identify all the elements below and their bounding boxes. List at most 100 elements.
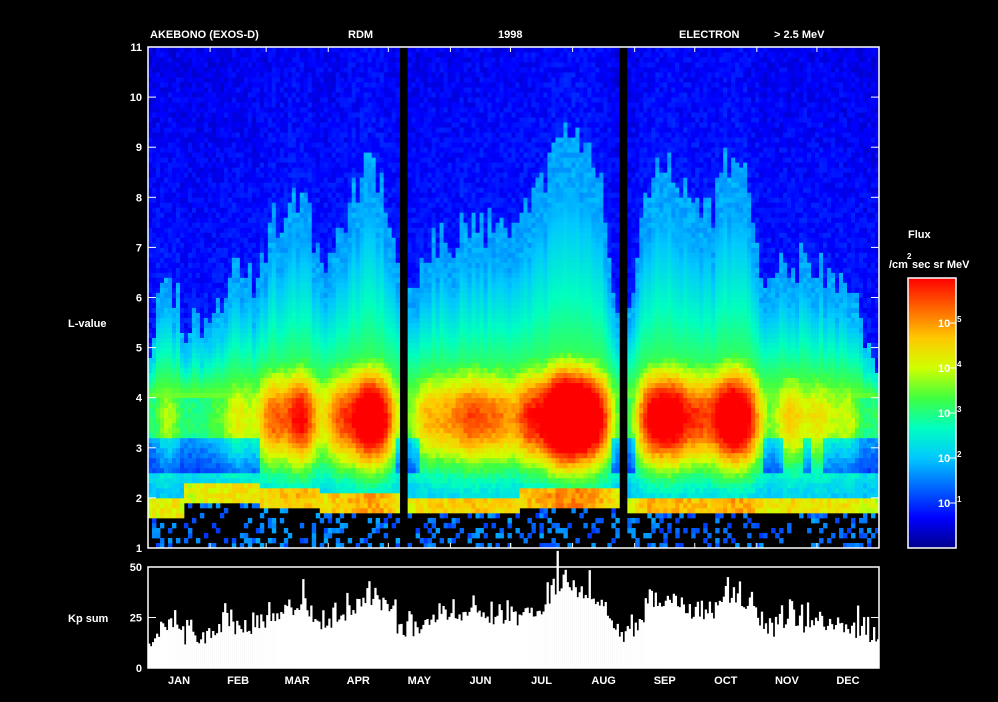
heatmap-cell xyxy=(303,222,309,228)
heatmap-cell xyxy=(299,107,305,113)
heatmap-cell xyxy=(227,52,233,58)
heatmap-cell xyxy=(355,312,361,318)
heatmap-cell xyxy=(295,187,301,193)
heatmap-cell xyxy=(151,427,157,434)
heatmap-cell xyxy=(275,172,281,178)
heatmap-cell xyxy=(299,347,305,354)
heatmap-cell xyxy=(151,202,157,208)
heatmap-cell xyxy=(239,447,245,454)
heatmap-cell xyxy=(159,147,165,153)
heatmap-cell xyxy=(263,472,269,479)
heatmap-cell xyxy=(175,452,181,459)
heatmap-cell xyxy=(275,457,281,464)
heatmap-cell xyxy=(159,357,165,364)
heatmap-cell xyxy=(267,437,273,444)
heatmap-cell xyxy=(223,432,229,439)
heatmap-cell xyxy=(259,367,265,374)
heatmap-cell xyxy=(295,387,301,394)
heatmap-cell xyxy=(335,362,341,369)
heatmap-cell xyxy=(275,387,281,394)
heatmap-cell xyxy=(335,107,341,113)
heatmap-cell xyxy=(155,482,161,489)
heatmap-cell xyxy=(155,427,161,434)
heatmap-cell xyxy=(291,477,297,484)
heatmap-cell xyxy=(291,442,297,449)
heatmap-cell xyxy=(219,492,225,499)
heatmap-cell xyxy=(343,242,349,248)
heatmap-cell xyxy=(299,272,305,278)
heatmap-cell xyxy=(195,357,201,364)
heatmap-cell xyxy=(259,427,265,434)
heatmap-cell xyxy=(219,112,225,118)
heatmap-cell xyxy=(291,382,297,389)
heatmap-cell xyxy=(343,312,349,318)
heatmap-cell xyxy=(339,437,345,444)
heatmap-cell xyxy=(311,77,317,83)
heatmap-cell xyxy=(155,72,161,78)
heatmap-cell xyxy=(339,497,345,504)
heatmap-cell xyxy=(235,437,241,444)
heatmap-cell xyxy=(315,247,321,253)
heatmap-cell xyxy=(207,287,213,293)
heatmap-cell xyxy=(287,477,293,484)
heatmap-cell xyxy=(171,172,177,178)
heatmap-cell xyxy=(283,62,289,68)
heatmap-cell xyxy=(187,227,193,233)
heatmap-cell xyxy=(235,292,241,298)
heatmap-cell xyxy=(227,357,233,364)
heatmap-cell xyxy=(227,372,233,379)
heatmap-cell xyxy=(259,107,265,113)
heatmap-cell xyxy=(263,502,269,509)
heatmap-cell xyxy=(247,327,253,333)
heatmap-cell xyxy=(327,457,333,464)
heatmap-cell xyxy=(271,312,277,318)
heatmap-cell xyxy=(219,377,225,384)
heatmap-cell xyxy=(163,482,169,489)
heatmap-cell xyxy=(203,382,209,389)
heatmap-cell xyxy=(295,397,301,404)
heatmap-cell xyxy=(303,52,309,58)
heatmap-cell xyxy=(191,262,197,268)
heatmap-cell xyxy=(335,122,341,128)
heatmap-cell xyxy=(259,47,265,53)
heatmap-cell xyxy=(247,137,253,143)
heatmap-cell xyxy=(259,372,265,379)
heatmap-cell xyxy=(175,397,181,404)
heatmap-cell xyxy=(211,82,217,88)
heatmap-cell xyxy=(171,467,177,474)
heatmap-cell xyxy=(291,52,297,58)
heatmap-cell xyxy=(279,147,285,153)
heatmap-cell xyxy=(319,227,325,233)
heatmap-cell xyxy=(283,502,289,509)
heatmap-cell xyxy=(159,77,165,83)
heatmap-cell xyxy=(151,87,157,93)
heatmap-cell xyxy=(311,247,317,253)
heatmap-cell xyxy=(327,162,333,168)
heatmap-cell xyxy=(327,272,333,278)
heatmap-cell xyxy=(287,52,293,58)
heatmap-cell xyxy=(299,132,305,138)
heatmap-cell xyxy=(335,437,341,444)
heatmap-cell xyxy=(215,197,221,203)
heatmap-cell xyxy=(187,107,193,113)
heatmap-cell xyxy=(343,287,349,293)
heatmap-cell xyxy=(179,137,185,143)
heatmap-cell xyxy=(239,282,245,288)
heatmap-cell xyxy=(343,327,349,333)
heatmap-cell xyxy=(271,222,277,228)
heatmap-cell xyxy=(327,247,333,253)
heatmap-cell xyxy=(275,182,281,188)
heatmap-cell xyxy=(215,387,221,394)
heatmap-cell xyxy=(179,267,185,273)
heatmap-cell xyxy=(199,67,205,73)
heatmap-cell xyxy=(211,252,217,258)
heatmap-cell xyxy=(331,372,337,379)
heatmap-cell xyxy=(195,432,201,439)
heatmap-cell xyxy=(347,372,353,379)
heatmap-cell xyxy=(199,82,205,88)
heatmap-cell xyxy=(263,427,269,434)
heatmap-cell xyxy=(211,217,217,223)
heatmap-cell xyxy=(319,467,325,474)
heatmap-cell xyxy=(155,472,161,479)
heatmap-cell xyxy=(227,307,233,313)
